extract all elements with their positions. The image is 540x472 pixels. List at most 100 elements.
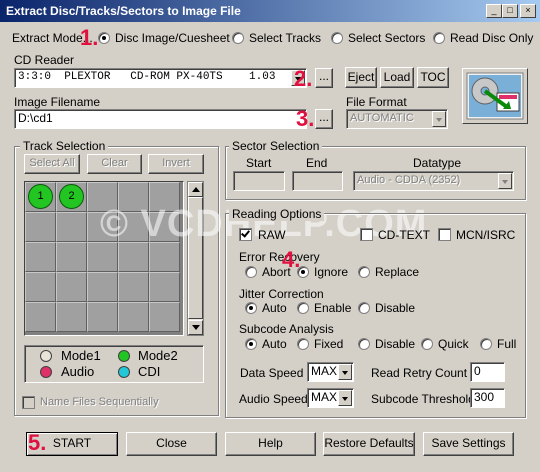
subcode-quick-label[interactable]: Quick [438, 337, 469, 351]
start-sector-input[interactable] [233, 171, 285, 191]
minimize-button[interactable]: _ [486, 4, 502, 18]
subcode-full-label[interactable]: Full [497, 337, 516, 351]
close-button[interactable]: Close [126, 432, 217, 456]
cd-reader-browse-button[interactable]: ... [315, 68, 333, 88]
track-cell [25, 272, 56, 302]
track-2[interactable]: 2 [59, 184, 84, 209]
track-cell[interactable]: 2 [56, 182, 87, 212]
legend-cdi: CDI [138, 364, 161, 379]
name-files-sequentially-label: Name Files Sequentially [40, 396, 159, 408]
help-button[interactable]: Help [225, 432, 316, 456]
jitter-enable-radio[interactable] [297, 302, 309, 314]
step-4-annotation: 4. [282, 247, 301, 272]
step-2-annotation: 2. [294, 66, 313, 91]
mode-select-sectors-radio[interactable] [331, 32, 343, 44]
save-settings-button[interactable]: Save Settings [423, 432, 514, 456]
subcode-fixed-label[interactable]: Fixed [314, 337, 343, 351]
subcode-threshold-value: 300 [474, 390, 495, 404]
subcode-fixed-radio[interactable] [297, 338, 309, 350]
chevron-down-icon[interactable] [338, 364, 352, 380]
error-ignore-label[interactable]: Ignore [314, 265, 348, 279]
error-replace-label[interactable]: Replace [375, 265, 419, 279]
step-1-annotation: 1. [80, 25, 99, 50]
name-files-sequentially-checkbox[interactable] [22, 396, 35, 409]
eject-button[interactable]: Eject [345, 67, 377, 88]
jitter-disable-label[interactable]: Disable [375, 301, 415, 315]
select-all-button[interactable]: Select All [24, 154, 80, 174]
toc-button[interactable]: TOC [417, 67, 449, 88]
track-cell [25, 212, 56, 242]
subcode-disable-label[interactable]: Disable [375, 337, 415, 351]
image-filename-browse-button[interactable]: ... [315, 109, 333, 129]
subcode-full-radio[interactable] [480, 338, 492, 350]
mode-disc-image-label[interactable]: Disc Image/Cuesheet [115, 31, 230, 45]
chevron-down-icon[interactable] [498, 173, 512, 189]
start-label: Start [246, 156, 272, 170]
read-retry-label: Read Retry Count [371, 366, 468, 380]
load-button[interactable]: Load [380, 67, 414, 88]
jitter-auto-label[interactable]: Auto [262, 301, 287, 315]
data-speed-value: MAX [311, 364, 338, 378]
audio-speed-value: MAX [311, 390, 338, 404]
subcode-auto-radio[interactable] [245, 338, 257, 350]
jitter-correction-label: Jitter Correction [239, 287, 324, 301]
scroll-up-arrow-icon[interactable] [188, 182, 203, 197]
cd-reader-select[interactable]: 3:3:0 PLEXTOR CD-ROM PX-40TS 1.03 [14, 68, 307, 88]
subcode-threshold-input[interactable]: 300 [470, 388, 505, 408]
mode-select-tracks-label[interactable]: Select Tracks [249, 31, 321, 45]
raw-label[interactable]: RAW [258, 228, 286, 242]
track-cell [149, 272, 180, 302]
scroll-down-arrow-icon[interactable] [188, 320, 203, 335]
legend-mode2: Mode2 [138, 348, 178, 363]
subcode-quick-radio[interactable] [421, 338, 433, 350]
clear-button[interactable]: Clear [87, 154, 142, 174]
restore-defaults-button[interactable]: Restore Defaults [323, 432, 415, 456]
chevron-down-icon[interactable] [338, 390, 352, 406]
error-abort-radio[interactable] [245, 266, 257, 278]
window-title: Extract Disc/Tracks/Sectors to Image Fil… [6, 4, 241, 18]
track-cell [118, 272, 149, 302]
step-3-annotation: 3. [296, 106, 315, 131]
legend-audio: Audio [61, 364, 95, 379]
chevron-down-icon[interactable] [432, 111, 446, 127]
datatype-select[interactable]: Audio - CDDA (2352) [353, 171, 514, 191]
read-retry-input[interactable]: 0 [470, 362, 505, 382]
disc-image-icon [466, 72, 524, 120]
mcn-isrc-label[interactable]: MCN/ISRC [456, 228, 515, 242]
cd-text-label[interactable]: CD-TEXT [378, 228, 430, 242]
mode-disc-image-radio[interactable] [98, 32, 110, 44]
data-speed-select[interactable]: MAX [307, 362, 354, 382]
check-icon [241, 228, 250, 238]
mode2-swatch [118, 350, 130, 362]
track-selection-title: Track Selection [20, 139, 109, 153]
jitter-enable-label[interactable]: Enable [314, 301, 351, 315]
track-cell [149, 302, 180, 332]
audio-speed-select[interactable]: MAX [307, 388, 354, 408]
maximize-button[interactable]: □ [502, 4, 518, 18]
invert-button[interactable]: Invert [148, 154, 204, 174]
mode-read-disc-only-radio[interactable] [433, 32, 445, 44]
image-filename-input[interactable]: D:\cd1 [14, 109, 307, 129]
jitter-disable-radio[interactable] [358, 302, 370, 314]
close-window-button[interactable]: × [520, 4, 536, 18]
track-cell [118, 302, 149, 332]
audio-speed-label: Audio Speed [239, 392, 308, 406]
track-cell[interactable]: 1 [25, 182, 56, 212]
image-filename-label: Image Filename [14, 95, 101, 109]
raw-checkbox[interactable] [239, 228, 252, 241]
jitter-auto-radio[interactable] [245, 302, 257, 314]
subcode-disable-radio[interactable] [358, 338, 370, 350]
mcn-isrc-checkbox[interactable] [438, 228, 451, 241]
mode-read-disc-only-label[interactable]: Read Disc Only [450, 31, 533, 45]
cd-text-checkbox[interactable] [360, 228, 373, 241]
file-format-select[interactable]: AUTOMATIC [346, 109, 448, 129]
cd-reader-value: 3:3:0 PLEXTOR CD-ROM PX-40TS 1.03 [18, 71, 276, 83]
mode-select-tracks-radio[interactable] [232, 32, 244, 44]
app-logo[interactable] [462, 68, 528, 124]
track-1[interactable]: 1 [28, 184, 53, 209]
end-sector-input[interactable] [292, 171, 343, 191]
error-replace-radio[interactable] [358, 266, 370, 278]
mode-select-sectors-label[interactable]: Select Sectors [348, 31, 425, 45]
track-cell [56, 212, 87, 242]
subcode-auto-label[interactable]: Auto [262, 337, 287, 351]
